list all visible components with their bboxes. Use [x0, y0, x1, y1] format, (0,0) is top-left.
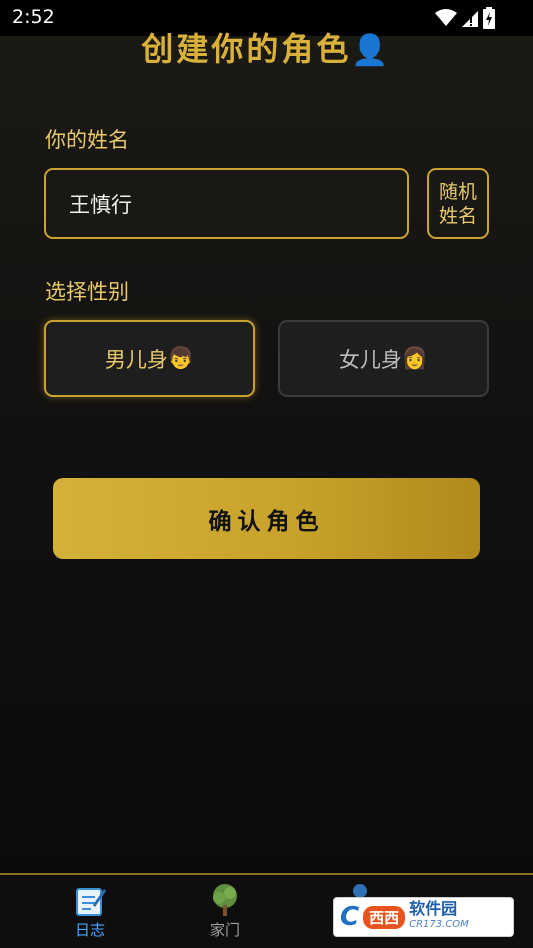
watermark-brand: 软件园 — [409, 899, 458, 918]
create-character-screen: 2:52 创建你的角色👤 你的姓名 随机 姓名 选择性别 — [0, 0, 533, 948]
name-label: 你的姓名 — [45, 128, 129, 152]
diary-icon — [76, 888, 106, 916]
random-name-button[interactable]: 随机 姓名 — [427, 168, 489, 239]
watermark-c-icon: C — [340, 902, 360, 932]
male-option-label: 男儿身 — [104, 347, 168, 372]
nav-label-family: 家门 — [209, 921, 240, 939]
page-title: 创建你的角色👤 — [0, 24, 533, 70]
watermark-logo: C 西西 软件园 CR173.COM — [333, 897, 514, 937]
random-name-button-line1: 随机 — [438, 180, 477, 203]
male-option-button[interactable]: 男儿身 👦 — [44, 320, 255, 397]
female-option-label: 女儿身 — [338, 347, 402, 372]
woman-icon: 👩 — [401, 346, 429, 370]
page-title-text: 创建你的角色 — [141, 30, 352, 68]
nav-label-diary: 日志 — [74, 921, 105, 939]
watermark-brand-badge: 西西 — [363, 905, 406, 929]
tree-icon — [213, 884, 237, 916]
confirm-character-button[interactable]: 确认角色 — [53, 478, 480, 559]
bust-silhouette-icon: 👤 — [351, 33, 392, 68]
female-option-button[interactable]: 女儿身 👩 — [278, 320, 489, 397]
random-name-button-line2: 姓名 — [438, 204, 477, 227]
name-input[interactable] — [44, 168, 409, 239]
nav-item-family[interactable]: 家门 — [170, 883, 280, 940]
watermark-text: 软件园 CR173.COM — [409, 901, 469, 933]
watermark-url: CR173.COM — [409, 919, 469, 930]
gender-label: 选择性别 — [45, 280, 129, 304]
nav-item-diary[interactable]: 日志 — [35, 883, 145, 940]
boy-icon: 👦 — [167, 346, 195, 370]
